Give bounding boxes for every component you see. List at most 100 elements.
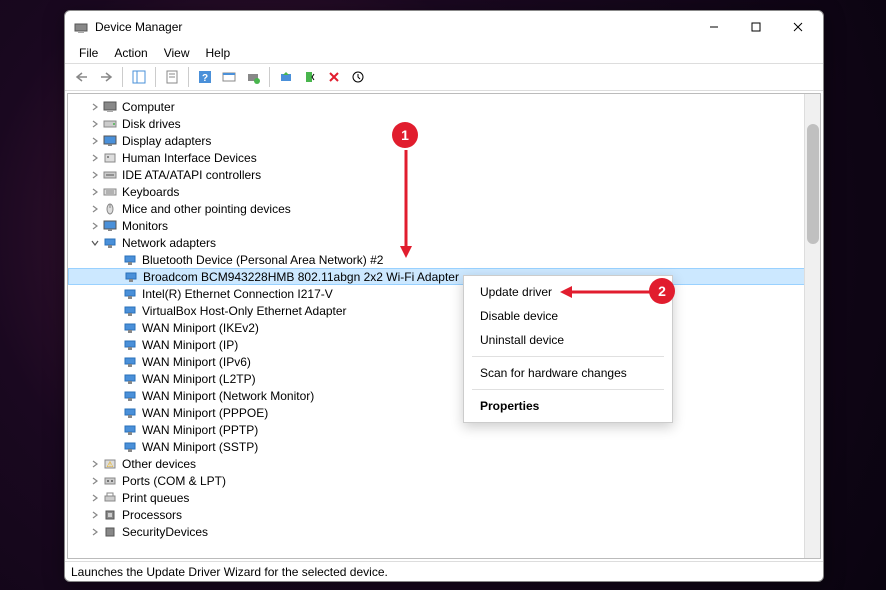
ide-icon bbox=[102, 168, 118, 182]
show-hide-tree-button[interactable] bbox=[128, 66, 150, 88]
context-menu-scan-hardware[interactable]: Scan for hardware changes bbox=[464, 361, 672, 385]
toolbar: ? bbox=[65, 63, 823, 91]
ports-icon bbox=[102, 474, 118, 488]
tree-category-label: IDE ATA/ATAPI controllers bbox=[122, 168, 261, 182]
tree-category[interactable]: ⚠Other devices bbox=[68, 455, 820, 472]
tree-category[interactable]: Keyboards bbox=[68, 183, 820, 200]
tree-category[interactable]: Human Interface Devices bbox=[68, 149, 820, 166]
context-menu-separator bbox=[472, 389, 664, 390]
tree-category[interactable]: Mice and other pointing devices bbox=[68, 200, 820, 217]
device-tree[interactable]: ComputerDisk drives Display adaptersHuman… bbox=[68, 94, 820, 558]
chevron-right-icon[interactable] bbox=[88, 474, 102, 488]
update-driver-button[interactable] bbox=[275, 66, 297, 88]
menu-action[interactable]: Action bbox=[106, 44, 155, 62]
computer-icon bbox=[102, 100, 118, 114]
chevron-right-icon[interactable] bbox=[88, 219, 102, 233]
menu-help[interactable]: Help bbox=[198, 44, 239, 62]
network-adapter-icon bbox=[122, 304, 138, 318]
toolbar-separator bbox=[155, 67, 156, 87]
tree-device[interactable]: WAN Miniport (IPv6) bbox=[68, 353, 820, 370]
tree-device[interactable]: Bluetooth Device (Personal Area Network)… bbox=[68, 251, 820, 268]
chevron-right-icon[interactable] bbox=[88, 117, 102, 131]
back-button[interactable] bbox=[71, 66, 93, 88]
tree-device[interactable]: WAN Miniport (SSTP) bbox=[68, 438, 820, 455]
tree-device[interactable]: WAN Miniport (IP) bbox=[68, 336, 820, 353]
action-button[interactable] bbox=[347, 66, 369, 88]
network-adapter-icon bbox=[122, 372, 138, 386]
network-adapter-icon bbox=[122, 287, 138, 301]
tree-category-label: Print queues bbox=[122, 491, 189, 505]
minimize-button[interactable] bbox=[693, 13, 735, 41]
tree-category[interactable]: Computer bbox=[68, 98, 820, 115]
tree-category-label: SecurityDevices bbox=[122, 525, 208, 539]
titlebar: Device Manager bbox=[65, 11, 823, 43]
tree-category[interactable]: SecurityDevices bbox=[68, 523, 820, 540]
tree-device[interactable]: WAN Miniport (Network Monitor) bbox=[68, 387, 820, 404]
tree-category[interactable]: Ports (COM & LPT) bbox=[68, 472, 820, 489]
keyboard-icon bbox=[102, 185, 118, 199]
tree-category[interactable]: IDE ATA/ATAPI controllers bbox=[68, 166, 820, 183]
tree-category[interactable]: Display adapters bbox=[68, 132, 820, 149]
context-menu-uninstall-device[interactable]: Uninstall device bbox=[464, 328, 672, 352]
menu-view[interactable]: View bbox=[156, 44, 198, 62]
tree-device[interactable]: WAN Miniport (PPTP) bbox=[68, 421, 820, 438]
tree-category-label: Display adapters bbox=[122, 134, 211, 148]
maximize-button[interactable] bbox=[735, 13, 777, 41]
tree-device[interactable]: VirtualBox Host-Only Ethernet Adapter bbox=[68, 302, 820, 319]
chevron-right-icon[interactable] bbox=[88, 457, 102, 471]
toolbar-separator bbox=[122, 67, 123, 87]
help-button[interactable]: ? bbox=[194, 66, 216, 88]
tree-device[interactable]: WAN Miniport (L2TP) bbox=[68, 370, 820, 387]
chevron-right-icon[interactable] bbox=[88, 185, 102, 199]
tree-category-label: Processors bbox=[122, 508, 182, 522]
tree-device-label: WAN Miniport (IPv6) bbox=[142, 355, 251, 369]
view-button[interactable] bbox=[218, 66, 240, 88]
tree-device-label: WAN Miniport (IKEv2) bbox=[142, 321, 259, 335]
disable-button[interactable] bbox=[323, 66, 345, 88]
chevron-right-icon[interactable] bbox=[88, 168, 102, 182]
context-menu-disable-device[interactable]: Disable device bbox=[464, 304, 672, 328]
vertical-scrollbar[interactable] bbox=[804, 94, 820, 558]
tree-device[interactable]: WAN Miniport (PPPOE) bbox=[68, 404, 820, 421]
context-menu: Update driverDisable deviceUninstall dev… bbox=[463, 275, 673, 423]
tree-device-label: Intel(R) Ethernet Connection I217-V bbox=[142, 287, 333, 301]
tree-category-label: Network adapters bbox=[122, 236, 216, 250]
tree-category[interactable]: Network adapters bbox=[68, 234, 820, 251]
uninstall-button[interactable] bbox=[299, 66, 321, 88]
chevron-right-icon[interactable] bbox=[88, 100, 102, 114]
tree-category[interactable]: Monitors bbox=[68, 217, 820, 234]
menubar: File Action View Help bbox=[65, 43, 823, 63]
properties-button[interactable] bbox=[161, 66, 183, 88]
chevron-right-icon[interactable] bbox=[88, 151, 102, 165]
tree-device[interactable]: Intel(R) Ethernet Connection I217-V bbox=[68, 285, 820, 302]
tree-device-label: Broadcom BCM943228HMB 802.11abgn 2x2 Wi-… bbox=[143, 270, 459, 284]
tree-device-label: WAN Miniport (PPTP) bbox=[142, 423, 258, 437]
tree-device-label: VirtualBox Host-Only Ethernet Adapter bbox=[142, 304, 347, 318]
chevron-right-icon[interactable] bbox=[88, 525, 102, 539]
menu-file[interactable]: File bbox=[71, 44, 106, 62]
context-menu-properties[interactable]: Properties bbox=[464, 394, 672, 418]
tree-device[interactable]: WAN Miniport (IKEv2) bbox=[68, 319, 820, 336]
scrollbar-thumb[interactable] bbox=[807, 124, 819, 244]
chevron-right-icon[interactable] bbox=[88, 202, 102, 216]
tree-category-label: Mice and other pointing devices bbox=[122, 202, 291, 216]
tree-category[interactable]: Disk drives bbox=[68, 115, 820, 132]
tree-category[interactable]: Print queues bbox=[68, 489, 820, 506]
context-menu-separator bbox=[472, 356, 664, 357]
chevron-right-icon[interactable] bbox=[88, 491, 102, 505]
chevron-right-icon[interactable] bbox=[88, 508, 102, 522]
device-manager-window: Device Manager File Action View Help ? C… bbox=[64, 10, 824, 582]
network-adapter-icon bbox=[122, 338, 138, 352]
tree-device[interactable]: Broadcom BCM943228HMB 802.11abgn 2x2 Wi-… bbox=[68, 268, 820, 285]
close-button[interactable] bbox=[777, 13, 819, 41]
tree-category[interactable]: Processors bbox=[68, 506, 820, 523]
statusbar: Launches the Update Driver Wizard for th… bbox=[65, 561, 823, 581]
security-icon bbox=[102, 525, 118, 539]
chevron-right-icon[interactable] bbox=[88, 134, 102, 148]
chevron-down-icon[interactable] bbox=[88, 236, 102, 250]
context-menu-update-driver[interactable]: Update driver bbox=[464, 280, 672, 304]
forward-button[interactable] bbox=[95, 66, 117, 88]
toolbar-separator bbox=[269, 67, 270, 87]
mouse-icon bbox=[102, 202, 118, 216]
scan-hardware-button[interactable] bbox=[242, 66, 264, 88]
